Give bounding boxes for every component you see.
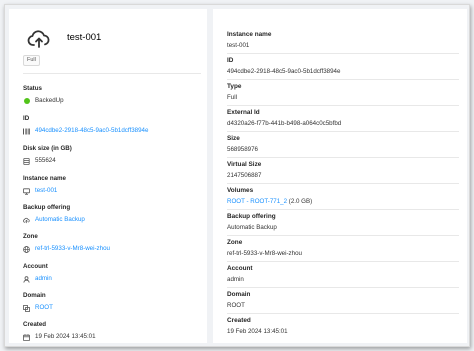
resource-summary-card: test-001 Full Status BackedUp ID 494cdbe… [9,9,207,343]
cloud-upload-icon [23,217,30,224]
detail-item: Account admin [227,265,459,284]
detail-item: Volumes ROOT - ROOT-771_2 (2.0 GB) [227,187,459,206]
detail-item: Virtual Size 2147506887 [227,161,459,180]
detail-label: Instance name [227,31,272,38]
account-field: Account admin [23,263,203,283]
domain-label: Domain [23,292,46,299]
detail-item: Type Full [227,83,459,102]
divider [227,157,459,158]
disk-size-label: Disk size (in GB) [23,145,72,152]
status-dot-icon [23,98,30,104]
user-icon [23,275,30,283]
account-link[interactable]: admin [35,275,52,283]
detail-label: Domain [227,291,251,298]
cloud-upload-icon [27,30,50,48]
created-label: Created [23,321,47,328]
detail-view: test-001 Full Status BackedUp ID 494cdbe… [4,4,470,347]
divider [227,287,459,288]
details-list-card: Instance name test-001 ID 494cdbe2-2918-… [213,9,467,343]
divider [227,261,459,262]
backup-offering-link[interactable]: Automatic Backup [35,216,85,224]
disk-size-value: 555624 [35,157,56,164]
divider [227,79,459,80]
desktop-icon [23,187,30,195]
block-icon [23,304,30,312]
backup-type-tag: Full [23,55,40,66]
detail-value: 2147506887 [227,172,262,179]
calendar-icon [23,333,30,341]
instance-name-label: Instance name [23,175,66,182]
detail-item: Zone ref-trl-5933-v-Mr8-wei-zhou [227,239,459,258]
detail-label: Size [227,135,240,142]
detail-item: Instance name test-001 [227,31,459,50]
created-value: 19 Feb 2024 13:45:01 [35,333,96,340]
detail-label: ID [227,57,234,64]
detail-value: ref-trl-5933-v-Mr8-wei-zhou [227,250,302,257]
resource-name: test-001 [67,32,102,43]
divider [227,105,459,106]
detail-value: Automatic Backup [227,224,277,231]
divider [227,313,459,314]
volume-size: (2.0 GB) [287,198,313,205]
detail-value: ROOT [227,302,245,309]
account-label: Account [23,263,48,270]
detail-value: test-001 [227,42,250,49]
domain-field: Domain ROOT [23,292,203,312]
detail-value: admin [227,276,244,283]
detail-value: 19 Feb 2024 13:45:01 [227,328,288,335]
detail-value: d4320a26-f77b-441b-b498-a064c0c5bfbd [227,120,342,127]
detail-item: Domain ROOT [227,291,459,310]
detail-value: Full [227,94,237,101]
status-value: BackedUp [35,97,64,104]
detail-value: 494cdbe2-2918-48c5-9ac0-5b1dcff3894e [227,68,341,75]
divider [227,209,459,210]
database-icon [23,157,30,165]
detail-item: Created 19 Feb 2024 13:45:01 [227,317,459,336]
detail-label: Virtual Size [227,161,262,168]
zone-link[interactable]: ref-trl-5933-v-Mr8-wei-zhou [35,245,110,253]
zone-field: Zone ref-trl-5933-v-Mr8-wei-zhou [23,233,203,253]
created-field: Created 19 Feb 2024 13:45:01 [23,321,203,341]
id-field: ID 494cdbe2-2918-48c5-9ac0-5b1dcff3894e [23,115,203,135]
status-label: Status [23,85,42,92]
detail-label: Created [227,317,251,324]
disk-size-field: Disk size (in GB) 555624 [23,145,203,165]
divider [227,53,459,54]
barcode-icon [23,128,30,135]
detail-label: Type [227,83,242,90]
detail-label: Volumes [227,187,254,194]
id-label: ID [23,115,30,122]
detail-label: Zone [227,239,243,246]
backup-offering-label: Backup offering [23,204,71,211]
divider [227,235,459,236]
detail-item: Size 568958976 [227,135,459,154]
id-link[interactable]: 494cdbe2-2918-48c5-9ac0-5b1dcff3894e [35,127,148,135]
domain-link[interactable]: ROOT [35,304,53,312]
globe-icon [23,245,30,253]
backup-offering-field: Backup offering Automatic Backup [23,204,203,224]
volume-link[interactable]: ROOT - ROOT-771_2 [227,198,287,205]
divider [227,131,459,132]
divider [23,73,201,74]
status-field: Status BackedUp [23,85,203,105]
divider [227,183,459,184]
detail-value: 568958976 [227,146,258,153]
instance-name-field: Instance name test-001 [23,175,203,195]
detail-item: Backup offering Automatic Backup [227,213,459,232]
detail-item: External Id d4320a26-f77b-441b-b498-a064… [227,109,459,128]
zone-label: Zone [23,233,38,240]
detail-label: External Id [227,109,260,116]
detail-label: Backup offering [227,213,276,220]
detail-label: Account [227,265,253,272]
detail-item: ID 494cdbe2-2918-48c5-9ac0-5b1dcff3894e [227,57,459,76]
instance-name-link[interactable]: test-001 [35,187,57,195]
